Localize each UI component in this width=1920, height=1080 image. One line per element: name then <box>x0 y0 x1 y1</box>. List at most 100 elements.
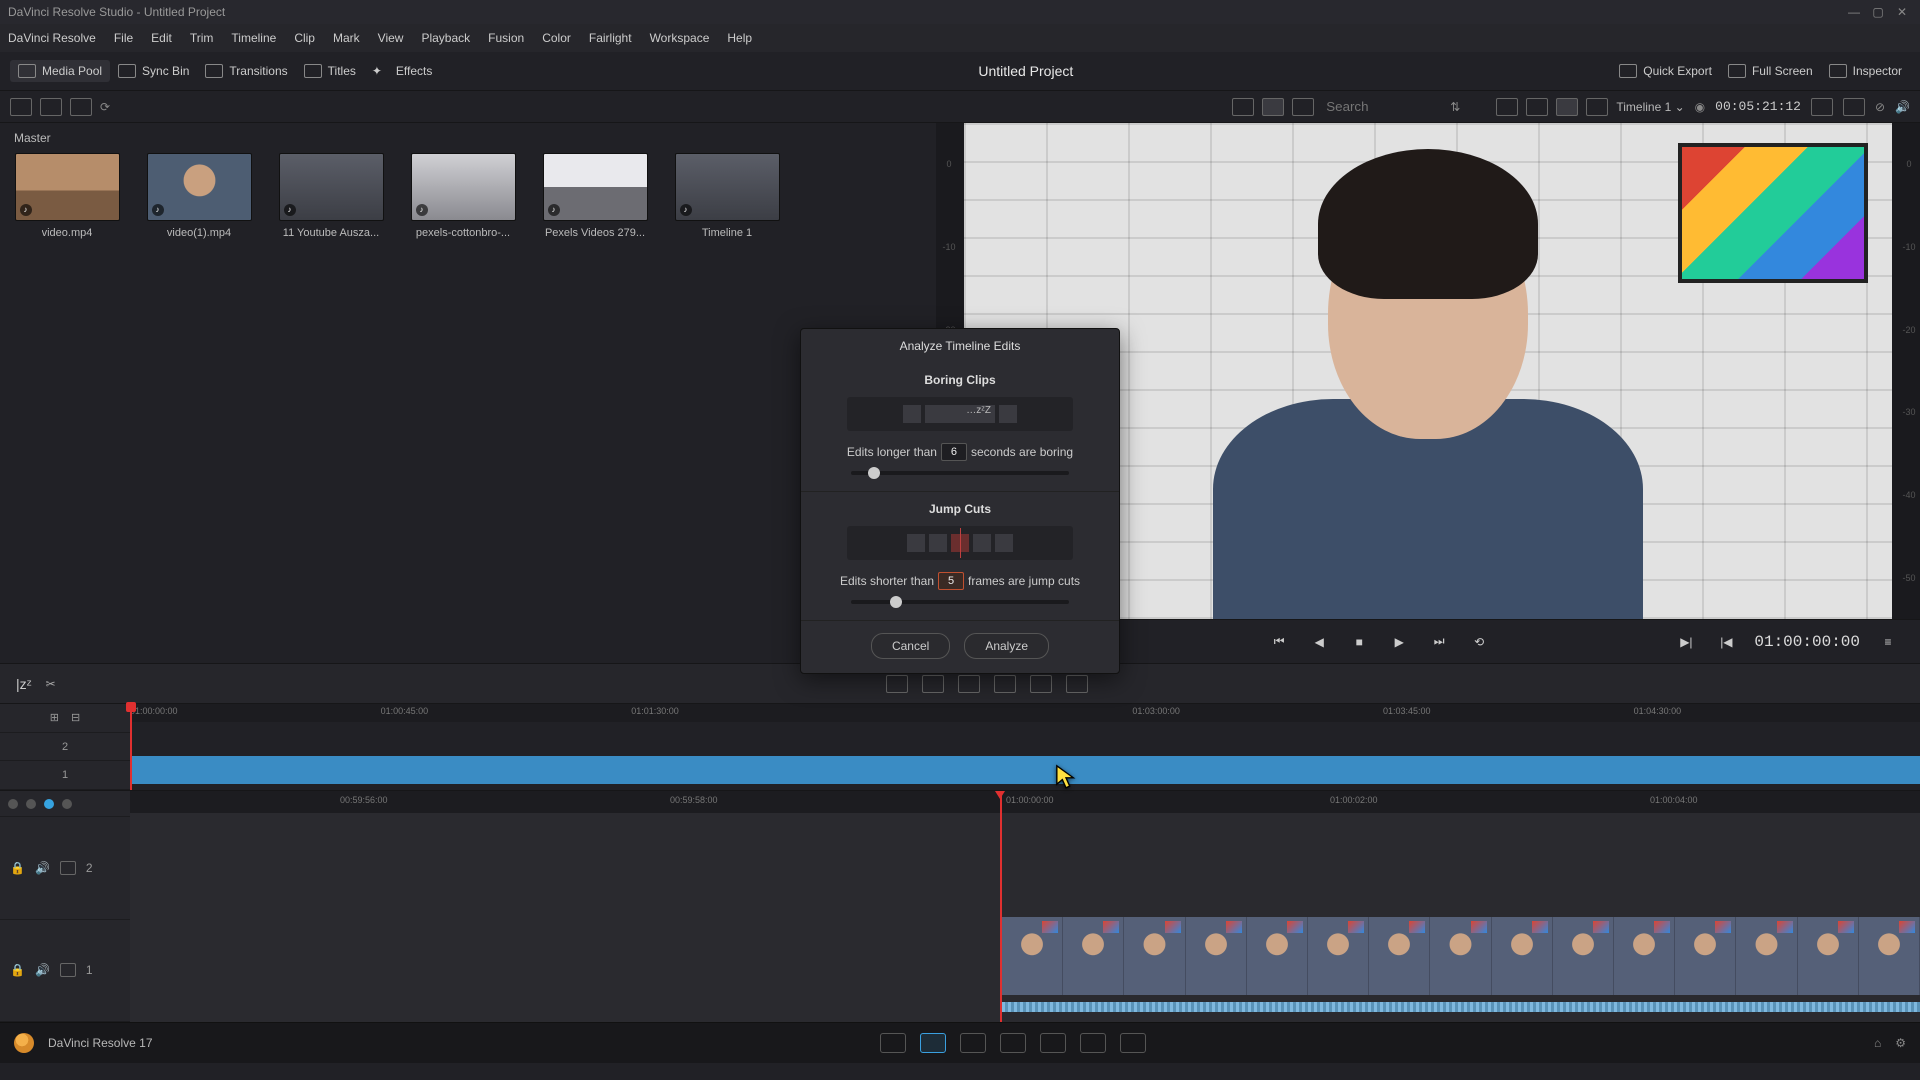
menu-fairlight[interactable]: Fairlight <box>589 31 632 45</box>
full-screen-button[interactable]: Full Screen <box>1720 60 1821 82</box>
jump-frames-input[interactable] <box>938 572 964 590</box>
media-pool-button[interactable]: Media Pool <box>10 60 110 82</box>
media-clip[interactable]: ♪Timeline 1 <box>672 153 782 239</box>
quick-export-button[interactable]: Quick Export <box>1611 60 1720 82</box>
speaker-icon[interactable]: 🔊 <box>35 963 50 977</box>
ov-tool-a-icon[interactable]: ⊞ <box>50 711 59 724</box>
menu-trim[interactable]: Trim <box>190 31 214 45</box>
effects-button[interactable]: ✦ Effects <box>364 60 440 82</box>
view-strip-icon[interactable] <box>1232 98 1254 116</box>
track-toggle-icon[interactable] <box>60 963 76 977</box>
transport-timecode[interactable]: 01:00:00:00 <box>1754 633 1860 651</box>
overview-playhead[interactable] <box>130 704 132 790</box>
jump-slider[interactable] <box>851 600 1069 604</box>
detail-video-clip[interactable] <box>1002 917 1920 995</box>
close-icon[interactable]: ✕ <box>1892 4 1912 20</box>
cancel-button[interactable]: Cancel <box>871 633 950 659</box>
page-edit-icon[interactable] <box>960 1033 986 1053</box>
go-start-icon[interactable]: ⏮ <box>1267 632 1291 652</box>
track-toggle-icon[interactable] <box>60 861 76 875</box>
timeline-selector[interactable]: Timeline 1 ⌄ <box>1616 100 1684 114</box>
menu-workspace[interactable]: Workspace <box>650 31 710 45</box>
safe-area-icon[interactable] <box>1811 98 1833 116</box>
import-media-icon[interactable] <box>40 98 62 116</box>
overview-ruler[interactable]: 01:00:00:0001:00:45:0001:01:30:0001:03:0… <box>130 704 1920 722</box>
replace-icon[interactable] <box>958 675 980 693</box>
track-header-v1[interactable]: 🔒 🔊 1 <box>0 920 130 1023</box>
page-fairlight-icon[interactable] <box>1080 1033 1106 1053</box>
record-icon[interactable]: ◉ <box>1695 100 1705 114</box>
refresh-icon[interactable]: ⟳ <box>100 100 110 114</box>
viewer-mode-d-icon[interactable] <box>1586 98 1608 116</box>
menu-help[interactable]: Help <box>727 31 752 45</box>
track-header-v2[interactable]: 🔒 🔊 2 <box>0 817 130 920</box>
viewer-mode-c-icon[interactable] <box>1556 98 1578 116</box>
lock-icon[interactable]: 🔒 <box>10 963 25 977</box>
boring-slider[interactable] <box>851 471 1069 475</box>
search-input[interactable] <box>1322 97 1442 116</box>
transitions-button[interactable]: Transitions <box>197 60 295 82</box>
marker-icon[interactable] <box>26 799 36 809</box>
viewer-mode-b-icon[interactable] <box>1526 98 1548 116</box>
page-cut-icon[interactable] <box>920 1033 946 1053</box>
sync-bin-button[interactable]: Sync Bin <box>110 60 197 82</box>
overview-clip[interactable] <box>130 756 1920 784</box>
menu-playback[interactable]: Playback <box>421 31 470 45</box>
view-thumb-icon[interactable] <box>1262 98 1284 116</box>
speaker-icon[interactable]: 🔊 <box>35 861 50 875</box>
menu-timeline[interactable]: Timeline <box>231 31 276 45</box>
menu-app[interactable]: DaVinci Resolve <box>8 31 96 45</box>
inspector-button[interactable]: Inspector <box>1821 60 1910 82</box>
step-back-icon[interactable]: ◀ <box>1307 632 1331 652</box>
overview-tracks[interactable]: 01:00:00:0001:00:45:0001:01:30:0001:03:0… <box>130 704 1920 790</box>
page-media-icon[interactable] <box>880 1033 906 1053</box>
guides-icon[interactable] <box>1843 98 1865 116</box>
home-icon[interactable]: ⌂ <box>1874 1036 1881 1050</box>
minimize-icon[interactable]: — <box>1844 4 1864 20</box>
overwrite-icon[interactable] <box>922 675 944 693</box>
link-icon[interactable] <box>62 799 72 809</box>
media-clip[interactable]: ♪video(1).mp4 <box>144 153 254 239</box>
go-end-icon[interactable]: ⏭ <box>1427 632 1451 652</box>
view-list-icon[interactable] <box>1292 98 1314 116</box>
page-deliver-icon[interactable] <box>1120 1033 1146 1053</box>
play-icon[interactable]: ▶ <box>1387 632 1411 652</box>
boring-seconds-input[interactable] <box>941 443 967 461</box>
append-icon[interactable] <box>1030 675 1052 693</box>
filter-icon[interactable]: ⇅ <box>1450 100 1460 114</box>
menu-clip[interactable]: Clip <box>294 31 315 45</box>
media-clip[interactable]: ♪11 Youtube Ausza... <box>276 153 386 239</box>
maximize-icon[interactable]: ▢ <box>1868 4 1888 20</box>
transport-menu-icon[interactable]: ≡ <box>1876 632 1900 652</box>
fit-to-fill-icon[interactable] <box>994 675 1016 693</box>
media-clip[interactable]: ♪video.mp4 <box>12 153 122 239</box>
menu-view[interactable]: View <box>378 31 404 45</box>
ov-tool-b-icon[interactable]: ⊟ <box>71 711 80 724</box>
bin-master-label[interactable]: Master <box>14 131 948 145</box>
mark-in-icon[interactable]: ▶| <box>1674 632 1698 652</box>
viewer-mode-a-icon[interactable] <box>1496 98 1518 116</box>
analyze-button[interactable]: Analyze <box>964 633 1049 659</box>
menu-mark[interactable]: Mark <box>333 31 360 45</box>
volume-icon[interactable]: 🔊 <box>1895 100 1910 114</box>
stop-icon[interactable]: ■ <box>1347 632 1371 652</box>
bin-dropdown-icon[interactable] <box>10 98 32 116</box>
snap-icon[interactable] <box>8 799 18 809</box>
menu-file[interactable]: File <box>114 31 133 45</box>
ripple-icon[interactable] <box>1066 675 1088 693</box>
bypass-icon[interactable]: ⊘ <box>1875 100 1885 114</box>
menu-fusion[interactable]: Fusion <box>488 31 524 45</box>
menu-edit[interactable]: Edit <box>151 31 172 45</box>
audio-sync-icon[interactable] <box>44 799 54 809</box>
page-fusion-icon[interactable] <box>1000 1033 1026 1053</box>
detail-audio-waveform[interactable] <box>1002 1002 1920 1012</box>
settings-gear-icon[interactable]: ⚙ <box>1895 1036 1906 1050</box>
import-folder-icon[interactable] <box>70 98 92 116</box>
media-clip[interactable]: ♪Pexels Videos 279... <box>540 153 650 239</box>
detail-tracks[interactable]: 00:59:56:0000:59:58:0001:00:00:0001:00:0… <box>130 791 1920 1022</box>
detail-ruler[interactable]: 00:59:56:0000:59:58:0001:00:00:0001:00:0… <box>130 791 1920 813</box>
insert-icon[interactable] <box>886 675 908 693</box>
split-clip-icon[interactable]: ✂ <box>46 677 56 691</box>
menu-color[interactable]: Color <box>542 31 571 45</box>
media-clip[interactable]: ♪pexels-cottonbro-... <box>408 153 518 239</box>
